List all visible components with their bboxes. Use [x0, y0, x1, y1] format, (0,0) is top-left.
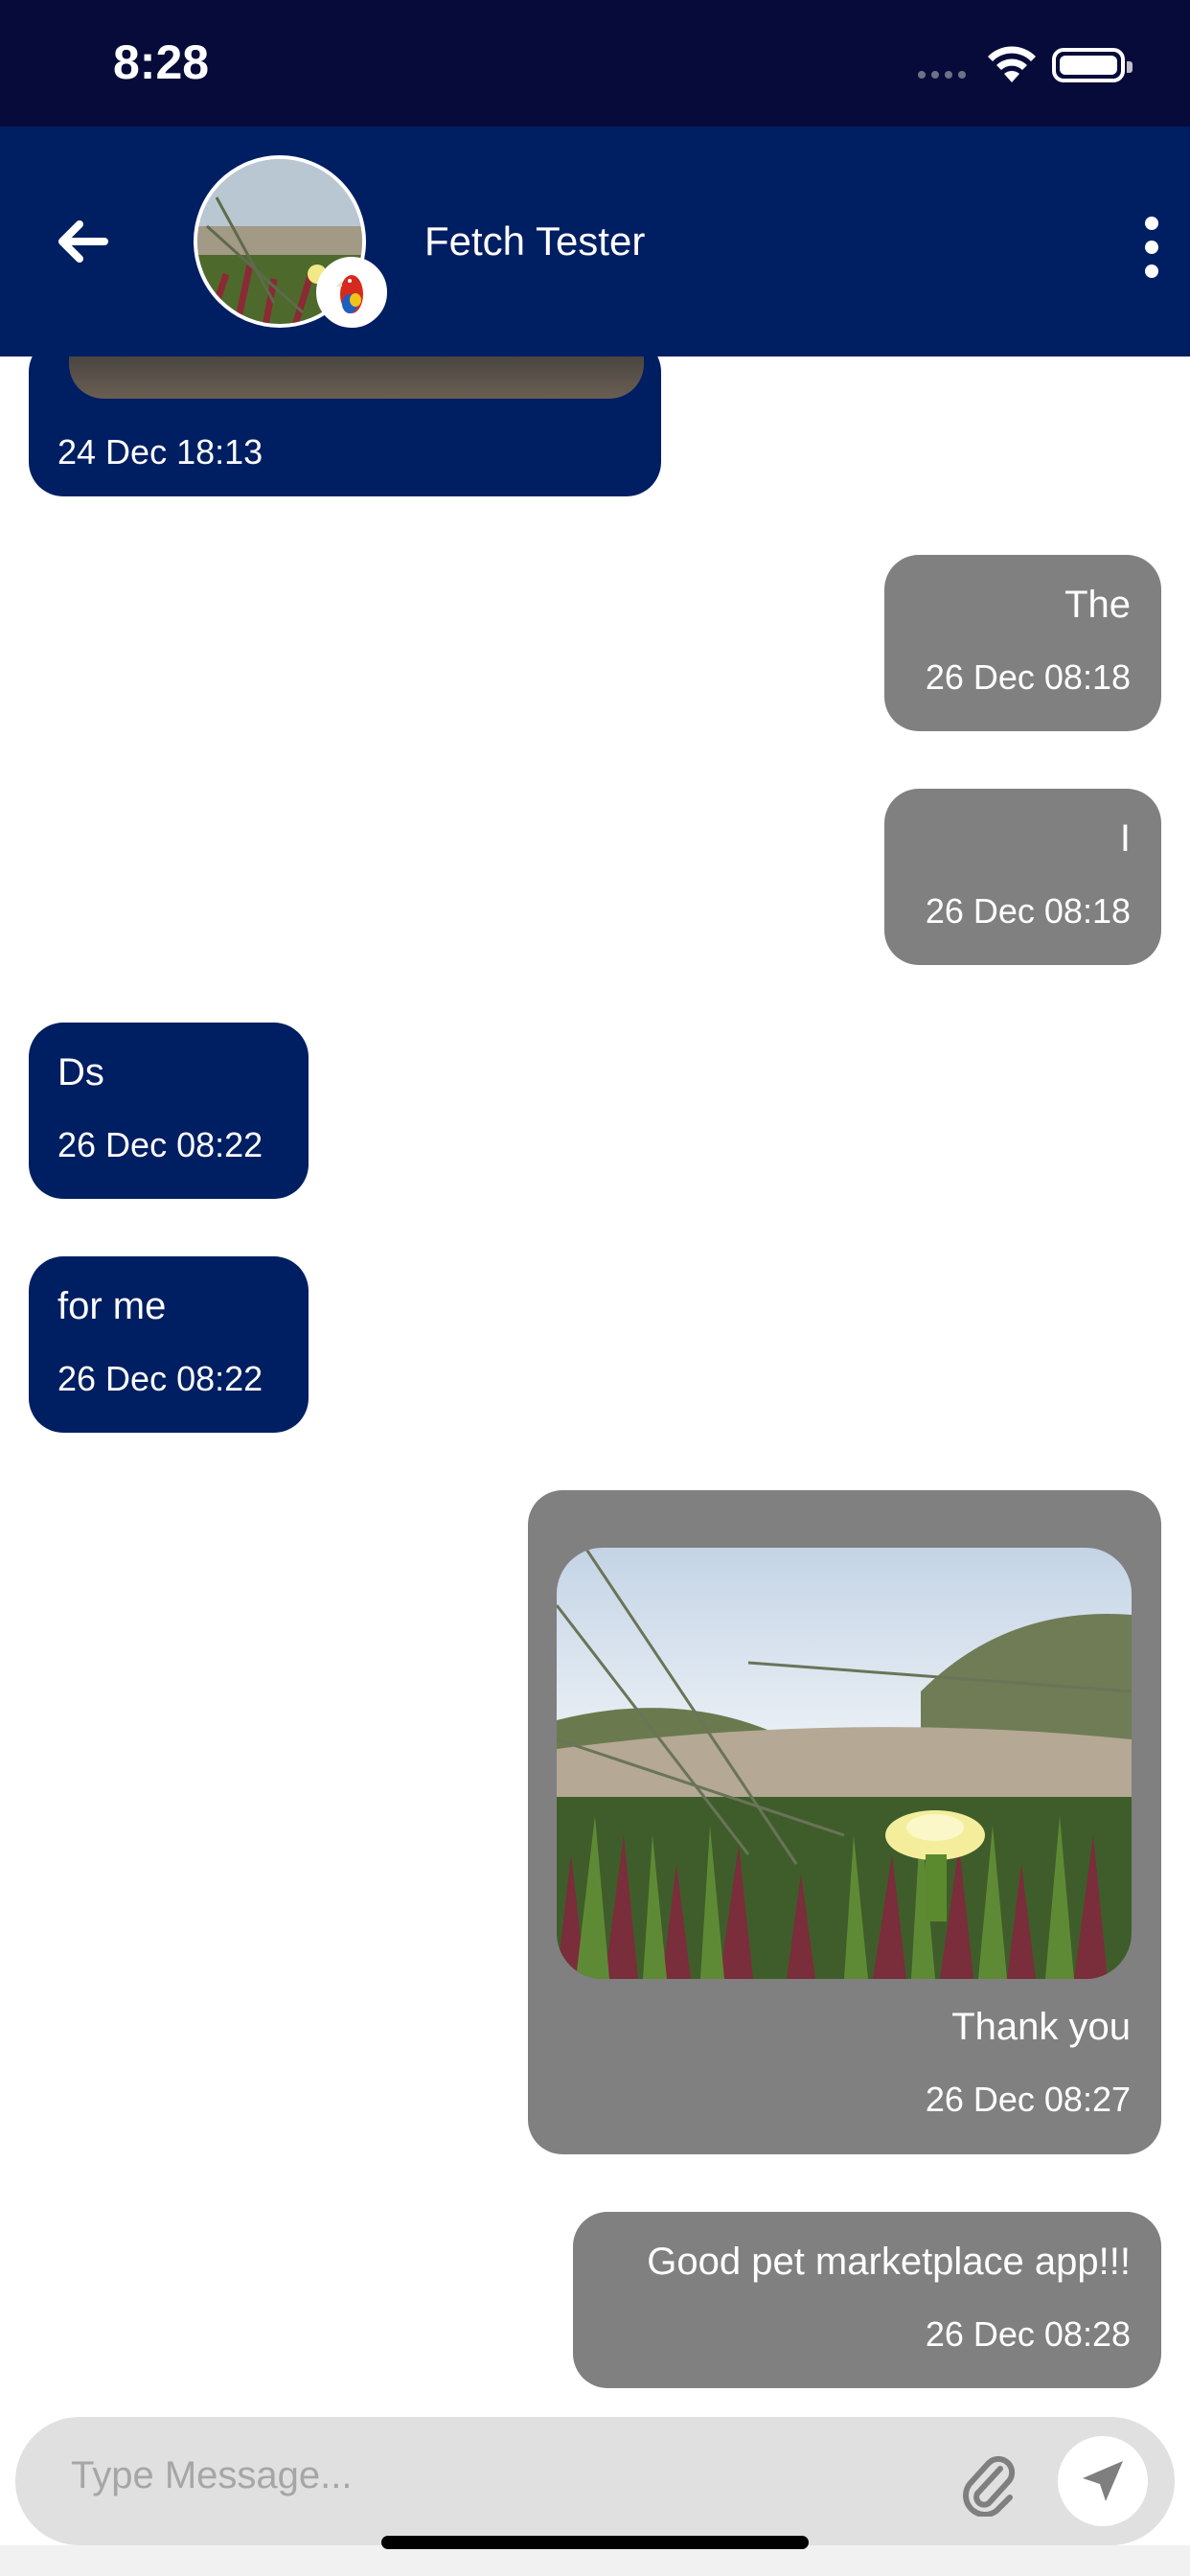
message-bubble-incoming[interactable]: for me 26 Dec 08:22: [29, 1256, 309, 1433]
message-time: 26 Dec 08:27: [925, 2080, 1131, 2119]
status-time: 8:28: [113, 35, 210, 89]
more-options-button[interactable]: [1131, 211, 1173, 284]
beach-flower-photo: [557, 1548, 1132, 1979]
message-time: 26 Dec 08:18: [925, 891, 1131, 931]
parrot-icon: [336, 275, 363, 313]
message-bubble-outgoing[interactable]: The 26 Dec 08:18: [884, 555, 1161, 731]
message-image[interactable]: [557, 1548, 1132, 1979]
message-time: 26 Dec 08:22: [57, 1125, 263, 1164]
message-text: I: [1119, 817, 1131, 860]
paperclip-icon: [963, 2455, 1016, 2517]
message-text: Thank you: [951, 2006, 1131, 2048]
message-composer: [15, 2417, 1175, 2545]
chat-header: Fetch Tester: [0, 126, 1190, 356]
message-list[interactable]: 24 Dec 18:13 The 26 Dec 08:18 I 26 Dec 0…: [0, 356, 1190, 2407]
send-button[interactable]: [1058, 2436, 1148, 2526]
message-time: 26 Dec 08:18: [925, 657, 1131, 697]
home-indicator: [381, 2536, 809, 2549]
message-bubble-outgoing[interactable]: Good pet marketplace app!!! 26 Dec 08:28: [573, 2212, 1161, 2388]
status-bar: 8:28: [0, 0, 1190, 126]
message-text: Ds: [57, 1051, 104, 1093]
message-bubble-outgoing[interactable]: Thank you 26 Dec 08:27: [528, 1490, 1161, 2154]
message-bubble-outgoing[interactable]: I 26 Dec 08:18: [884, 789, 1161, 965]
message-image[interactable]: [69, 356, 644, 399]
send-icon: [1083, 2461, 1123, 2501]
contact-name[interactable]: Fetch Tester: [424, 218, 645, 264]
arrow-left-icon: [58, 220, 108, 263]
message-bubble-incoming[interactable]: 24 Dec 18:13: [29, 356, 661, 496]
message-time: 26 Dec 08:28: [925, 2314, 1131, 2354]
chat-screen: 8:28 Fetch Tester 24 Dec 18:13 The 26 De…: [0, 0, 1190, 2576]
message-text: Good pet marketplace app!!!: [647, 2241, 1131, 2283]
battery-icon: [1052, 48, 1133, 82]
message-text: for me: [57, 1285, 167, 1327]
message-bubble-incoming[interactable]: Ds 26 Dec 08:22: [29, 1023, 309, 1199]
back-button[interactable]: [44, 203, 121, 280]
attach-button[interactable]: [954, 2451, 1023, 2520]
message-time: 24 Dec 18:13: [57, 432, 263, 472]
more-vertical-icon: [1145, 217, 1158, 230]
wifi-icon: [988, 46, 1036, 82]
message-time: 26 Dec 08:22: [57, 1359, 263, 1398]
pet-badge: [316, 257, 387, 328]
bottom-safe-area: [0, 2545, 1190, 2576]
message-input[interactable]: [71, 2451, 914, 2499]
cellular-signal-icon: [918, 71, 966, 79]
message-text: The: [1064, 584, 1131, 626]
